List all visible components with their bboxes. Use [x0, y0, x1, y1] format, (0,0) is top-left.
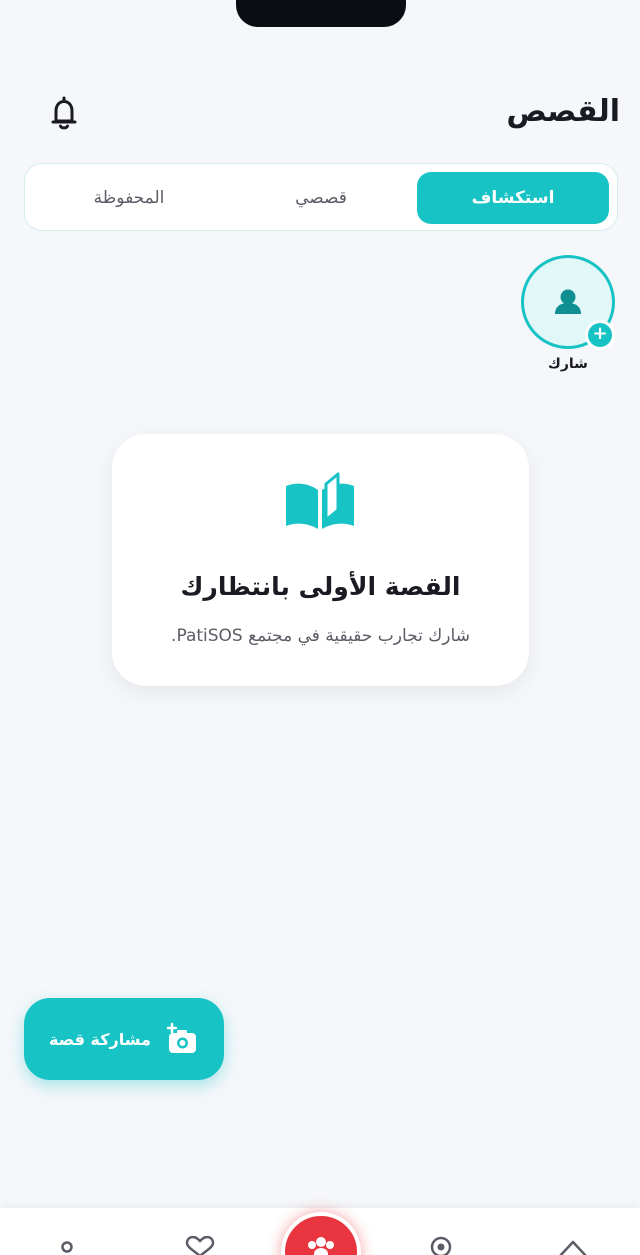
paw-icon: [308, 1237, 334, 1255]
empty-state-card: القصة الأولى بانتظارك شارك تجارب حقيقية …: [112, 434, 529, 686]
location-icon[interactable]: [425, 1236, 457, 1255]
sos-paw-button[interactable]: [281, 1212, 361, 1255]
heart-icon[interactable]: [184, 1235, 216, 1255]
tab-explore[interactable]: استكشاف: [417, 172, 609, 224]
empty-state-subtitle: شارك تجارب حقيقية في مجتمع PatiSOS.: [171, 626, 470, 646]
profile-icon[interactable]: [51, 1236, 83, 1255]
stories-screen: القصص استكشاف قصصي المحفوظة + شارك القصة…: [0, 0, 640, 1255]
story-tabs: استكشاف قصصي المحفوظة: [24, 163, 618, 231]
empty-state-title: القصة الأولى بانتظارك: [180, 572, 461, 601]
tab-saved[interactable]: المحفوظة: [33, 172, 225, 224]
page-title: القصص: [506, 94, 620, 129]
share-story-button[interactable]: مشاركة قصة: [24, 998, 224, 1080]
tab-my-stories[interactable]: قصصي: [225, 172, 417, 224]
home-icon[interactable]: [557, 1236, 589, 1255]
share-story-avatar-button[interactable]: +: [521, 255, 615, 350]
plus-icon: +: [585, 320, 615, 350]
device-notch: [236, 0, 406, 27]
add-photo-icon: [165, 1022, 199, 1056]
share-label: شارك: [548, 356, 588, 372]
share-story-label: مشاركة قصة: [49, 1029, 151, 1049]
book-icon: [282, 470, 358, 534]
bell-icon[interactable]: [46, 95, 82, 133]
